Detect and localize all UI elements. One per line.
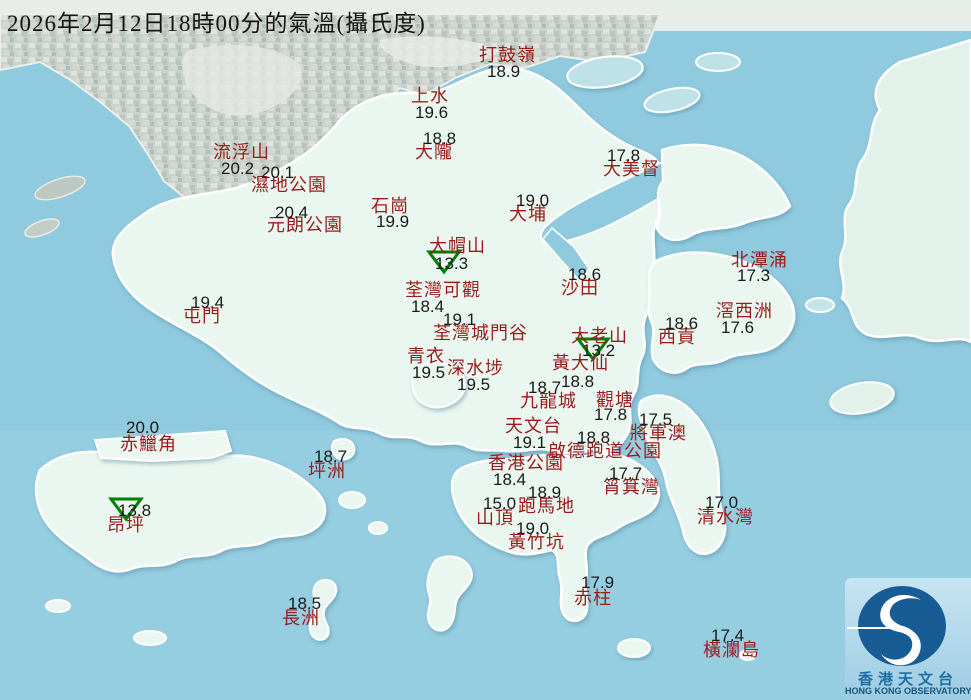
station-temperature: 19.4 xyxy=(191,293,225,312)
station-temperature: 18.8 xyxy=(423,129,457,148)
island xyxy=(45,599,71,613)
station-temperature: 18.4 xyxy=(411,297,445,316)
station-temperature: 13.3 xyxy=(435,254,469,273)
station-label: 黃大仙 xyxy=(552,353,609,373)
station-temperature: 19.6 xyxy=(415,103,449,122)
station-temperature: 19.5 xyxy=(412,363,446,382)
island xyxy=(805,297,835,313)
station-temperature: 18.7 xyxy=(314,447,348,466)
station-temperature: 18.8 xyxy=(577,428,611,447)
station-temperature: 18.9 xyxy=(528,483,562,502)
station-temperature: 19.0 xyxy=(516,191,550,210)
station-temperature: 15.0 xyxy=(483,494,517,513)
station-temperature: 18.4 xyxy=(493,470,527,489)
island xyxy=(368,521,388,535)
station-label: 大帽山 xyxy=(429,236,486,256)
station-temperature: 17.8 xyxy=(607,146,641,165)
station-temperature: 17.5 xyxy=(639,410,673,429)
island-po-toi xyxy=(617,638,651,658)
station-temperature: 20.4 xyxy=(275,203,309,222)
station-temperature: 17.9 xyxy=(581,573,615,592)
station-temperature: 19.9 xyxy=(376,212,410,231)
station-temperature: 18.8 xyxy=(561,372,595,391)
station-temperature: 18.9 xyxy=(487,62,521,81)
station-temperature: 20.0 xyxy=(126,418,160,437)
hko-logo: 香港天文台 HONG KONG OBSERVATORY xyxy=(845,578,971,700)
station-temperature: 20.2 xyxy=(221,159,255,178)
temperature-map-screen: 2026年2月12日18時00分的氣溫(攝氏度) 打鼓嶺 18.9 上水 19.6 大隴… xyxy=(0,0,971,700)
station-temperature: 13.8 xyxy=(118,501,152,520)
station-temperature: 18.7 xyxy=(528,378,562,397)
station-label: 赤鱲角 xyxy=(120,434,177,454)
station-temperature: 17.3 xyxy=(737,266,771,285)
hong-kong-map xyxy=(0,0,971,700)
page-title: 2026年2月12日18時00分的氣溫(攝氏度) xyxy=(7,11,426,36)
station-temperature: 19.1 xyxy=(513,433,547,452)
station-temperature: 17.7 xyxy=(609,464,643,483)
station-temperature: 17.6 xyxy=(721,318,755,337)
station-temperature: 18.6 xyxy=(665,314,699,333)
station-temperature: 19.1 xyxy=(443,310,477,329)
station-temperature: 19.5 xyxy=(457,375,491,394)
island xyxy=(695,52,741,72)
station-temperature: 17.4 xyxy=(711,626,745,645)
station-temperature: 19.0 xyxy=(516,519,550,538)
station-temperature: 17.0 xyxy=(705,493,739,512)
station-temperature: 18.6 xyxy=(568,265,602,284)
station-temperature: 17.8 xyxy=(594,405,628,424)
station-temperature: 20.1 xyxy=(261,163,295,182)
island xyxy=(133,630,167,646)
hko-logo-english: HONG KONG OBSERVATORY xyxy=(845,686,971,696)
station-temperature: 18.5 xyxy=(288,594,322,613)
island xyxy=(338,491,366,509)
